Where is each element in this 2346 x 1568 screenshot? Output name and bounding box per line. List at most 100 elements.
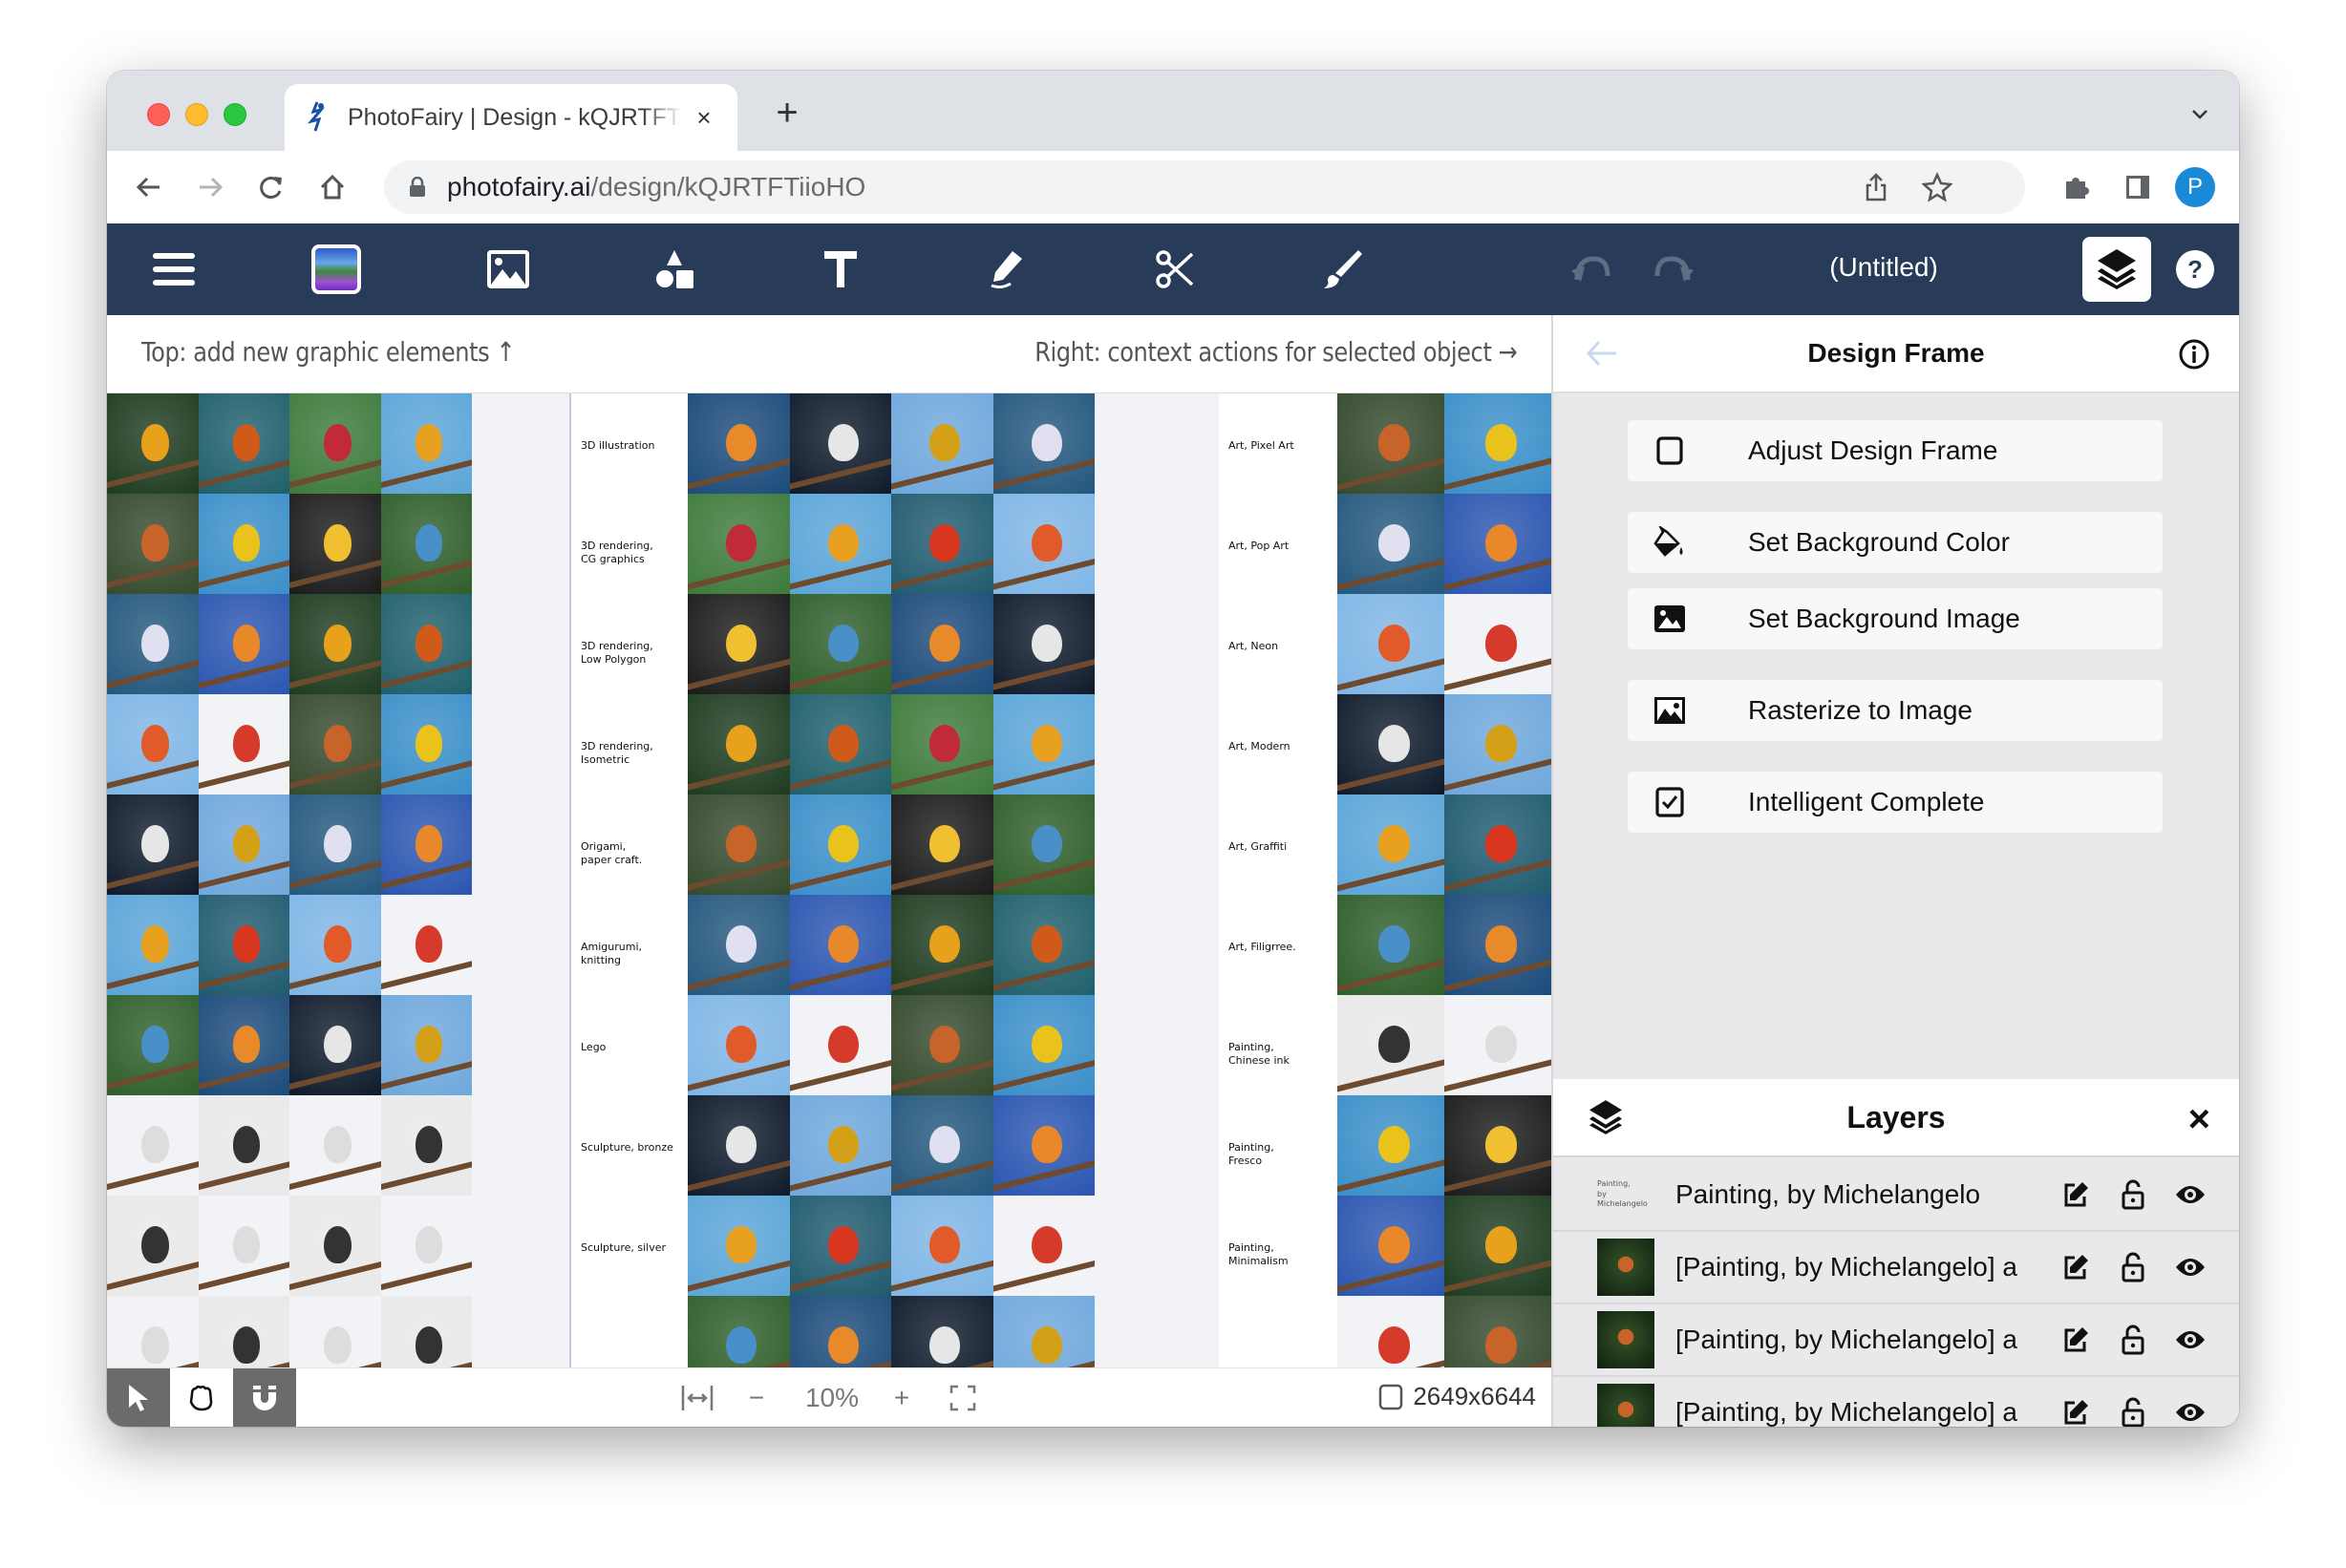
bird-image-tile[interactable] (107, 795, 199, 895)
visibility-eye-icon[interactable] (2174, 1178, 2207, 1211)
bird-image-tile[interactable] (992, 694, 1095, 795)
bird-image-tile[interactable] (789, 795, 891, 895)
bird-image-tile[interactable] (380, 393, 472, 494)
new-tab-button[interactable]: + (766, 92, 808, 134)
bird-image-tile[interactable] (789, 1296, 891, 1367)
bird-image-tile[interactable] (1337, 895, 1444, 995)
bird-image-tile[interactable] (380, 1095, 472, 1196)
bird-image-tile[interactable] (789, 494, 891, 594)
bird-image-tile[interactable] (992, 393, 1095, 494)
image-grid-c[interactable] (1337, 393, 1551, 1367)
layer-row[interactable]: [Painting, by Michelangelo] a (1553, 1377, 2239, 1427)
bird-image-tile[interactable] (1444, 795, 1551, 895)
edit-icon[interactable] (2059, 1178, 2092, 1211)
visibility-eye-icon[interactable] (2174, 1396, 2207, 1427)
bird-image-tile[interactable] (1444, 1296, 1551, 1367)
bird-image-tile[interactable] (107, 995, 199, 1095)
visibility-eye-icon[interactable] (2174, 1324, 2207, 1356)
bird-image-tile[interactable] (1444, 895, 1551, 995)
bird-image-tile[interactable] (1337, 1196, 1444, 1296)
bird-image-tile[interactable] (198, 795, 289, 895)
bird-image-tile[interactable] (380, 494, 472, 594)
layer-row[interactable]: [Painting, by Michelangelo] a (1553, 1304, 2239, 1377)
bird-image-tile[interactable] (688, 995, 790, 1095)
bird-image-tile[interactable] (289, 895, 381, 995)
home-button[interactable] (311, 166, 353, 208)
bird-image-tile[interactable] (891, 694, 993, 795)
bird-image-tile[interactable] (1444, 393, 1551, 494)
bird-image-tile[interactable] (198, 1196, 289, 1296)
redo-button[interactable] (1651, 246, 1696, 292)
bird-image-tile[interactable] (891, 1196, 993, 1296)
bird-image-tile[interactable] (198, 895, 289, 995)
close-window-button[interactable] (147, 103, 170, 126)
tab-search-chevron-icon[interactable] (2189, 103, 2210, 124)
bird-image-tile[interactable] (992, 494, 1095, 594)
bird-image-tile[interactable] (289, 393, 381, 494)
info-button[interactable] (2178, 338, 2210, 375)
bird-image-tile[interactable] (789, 694, 891, 795)
bird-image-tile[interactable] (198, 494, 289, 594)
bird-image-tile[interactable] (198, 594, 289, 694)
bird-image-tile[interactable] (107, 694, 199, 795)
bird-image-tile[interactable] (1444, 1196, 1551, 1296)
unlock-icon[interactable] (2117, 1251, 2149, 1283)
extensions-button[interactable] (2056, 166, 2098, 208)
bird-image-tile[interactable] (198, 1296, 289, 1367)
undo-button[interactable] (1568, 246, 1614, 292)
bird-image-tile[interactable] (891, 594, 993, 694)
bird-image-tile[interactable] (992, 594, 1095, 694)
unlock-icon[interactable] (2117, 1324, 2149, 1356)
layers-close-button[interactable]: × (2188, 1098, 2210, 1141)
bird-image-tile[interactable] (789, 1095, 891, 1196)
adjust-design-frame-button[interactable]: Adjust Design Frame (1628, 420, 2163, 481)
bird-image-tile[interactable] (688, 494, 790, 594)
text-tool-button[interactable] (818, 246, 864, 292)
back-button[interactable] (128, 166, 170, 208)
bird-image-tile[interactable] (1444, 494, 1551, 594)
bird-image-tile[interactable] (992, 995, 1095, 1095)
design-canvas[interactable]: 3D illustration 3D rendering, CG graphics 3… (107, 393, 1551, 1367)
set-background-color-button[interactable]: Set Background Color (1628, 512, 2163, 573)
fit-width-button[interactable] (680, 1382, 714, 1414)
bookmark-button[interactable] (1916, 166, 1958, 208)
bird-image-tile[interactable] (1337, 795, 1444, 895)
bird-image-tile[interactable] (1444, 995, 1551, 1095)
cut-tool-button[interactable] (1152, 246, 1198, 292)
bird-image-tile[interactable] (1444, 594, 1551, 694)
bird-image-tile[interactable] (789, 995, 891, 1095)
bird-image-tile[interactable] (107, 1196, 199, 1296)
bird-image-tile[interactable] (1337, 393, 1444, 494)
bird-image-tile[interactable] (891, 494, 993, 594)
bird-image-tile[interactable] (891, 795, 993, 895)
bird-image-tile[interactable] (1337, 1296, 1444, 1367)
bird-image-tile[interactable] (107, 393, 199, 494)
bird-image-tile[interactable] (992, 895, 1095, 995)
bird-image-tile[interactable] (789, 393, 891, 494)
bird-image-tile[interactable] (380, 594, 472, 694)
bird-image-tile[interactable] (198, 393, 289, 494)
tab-close-icon[interactable]: × (690, 103, 718, 133)
rasterize-to-image-button[interactable]: Rasterize to Image (1628, 680, 2163, 741)
bird-image-tile[interactable] (289, 494, 381, 594)
edit-icon[interactable] (2059, 1324, 2092, 1356)
minimize-window-button[interactable] (185, 103, 208, 126)
bird-image-tile[interactable] (198, 694, 289, 795)
bird-image-tile[interactable] (289, 1296, 381, 1367)
layer-row[interactable]: [Painting, by Michelangelo] a (1553, 1232, 2239, 1304)
bird-image-tile[interactable] (1337, 494, 1444, 594)
forward-button[interactable] (189, 166, 231, 208)
canvas-size[interactable]: 2649x6644 (1378, 1382, 1536, 1411)
bird-image-tile[interactable] (107, 1095, 199, 1196)
bird-image-tile[interactable] (891, 1296, 993, 1367)
bird-image-tile[interactable] (891, 895, 993, 995)
bird-image-tile[interactable] (289, 995, 381, 1095)
draw-tool-button[interactable] (984, 246, 1030, 292)
bird-image-tile[interactable] (107, 594, 199, 694)
browser-menu-button[interactable] (2229, 166, 2239, 208)
shapes-tool-button[interactable] (651, 246, 697, 292)
zoom-out-button[interactable]: − (737, 1382, 776, 1414)
bird-image-tile[interactable] (891, 995, 993, 1095)
image-grid-b[interactable] (688, 393, 1095, 1367)
bird-image-tile[interactable] (289, 1095, 381, 1196)
